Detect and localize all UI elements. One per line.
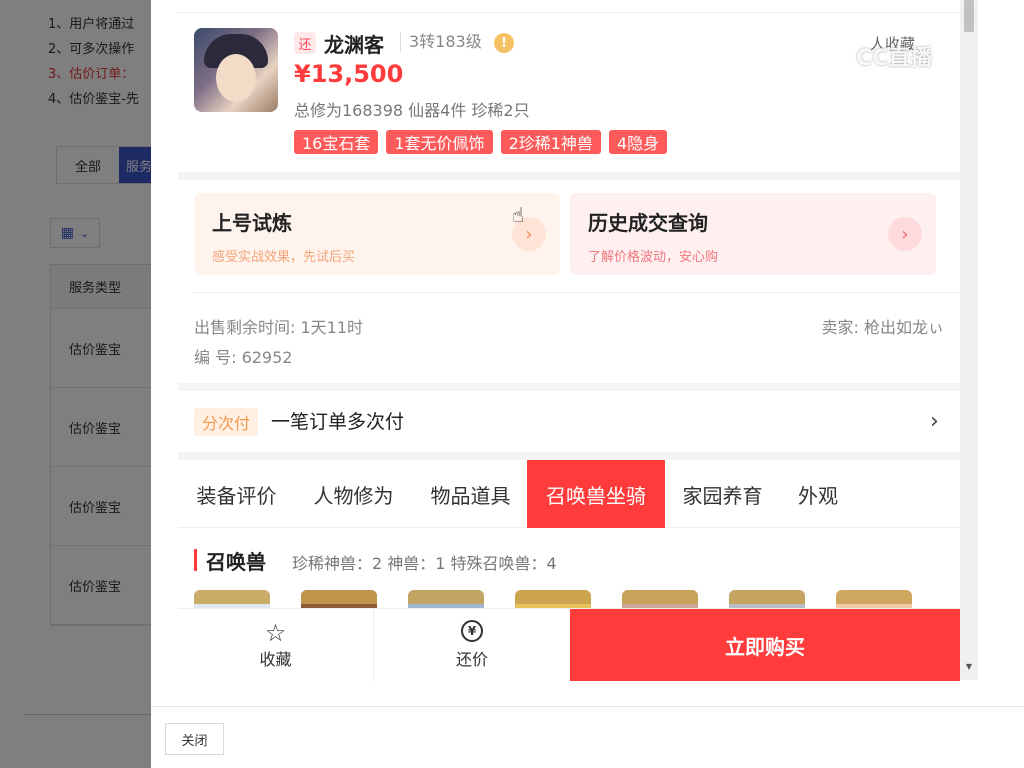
price: ¥13,500 bbox=[294, 60, 404, 88]
chevron-right-icon: › bbox=[888, 217, 922, 251]
feature-tag: 2珍稀1神兽 bbox=[500, 130, 601, 154]
history-card-title: 历史成交查询 bbox=[588, 211, 708, 235]
bargain-tag: 还 bbox=[294, 32, 316, 54]
section-separator bbox=[178, 383, 960, 391]
trial-card-title: 上号试炼 bbox=[212, 211, 292, 235]
favorite-button[interactable]: ☆ 收藏 bbox=[178, 609, 373, 681]
character-name: 龙渊客 bbox=[324, 33, 384, 57]
modal-footer: 关闭 bbox=[151, 706, 1024, 768]
scroll-down-icon[interactable]: ▼ bbox=[964, 662, 974, 672]
scroll-thumb[interactable] bbox=[964, 0, 974, 32]
favorite-label: 收藏 bbox=[259, 650, 292, 669]
installment-tag: 分次付 bbox=[194, 408, 259, 436]
section-title: 召唤兽 bbox=[206, 550, 266, 574]
tab-items[interactable]: 物品道具 bbox=[412, 460, 529, 528]
tab-appearance[interactable]: 外观 bbox=[780, 460, 856, 528]
action-bar: ☆ 收藏 ¥ 还价 立即购买 bbox=[178, 608, 960, 681]
section-stats: 珍稀神兽：2 神兽：1 特殊召唤兽：4 bbox=[292, 554, 557, 573]
watermark-logo: CC直播 bbox=[856, 46, 933, 71]
buy-now-button[interactable]: 立即购买 bbox=[570, 609, 960, 681]
scrollbar[interactable]: ▼ bbox=[960, 0, 978, 680]
tab-equipment[interactable]: 装备评价 bbox=[178, 460, 295, 528]
yen-icon: ¥ bbox=[461, 620, 483, 642]
feature-tag: 16宝石套 bbox=[294, 130, 379, 154]
feature-tags: 16宝石套 1套无价佩饰 2珍稀1神兽 4隐身 bbox=[294, 130, 668, 154]
tab-summons[interactable]: 召唤兽坐骑 bbox=[527, 460, 665, 528]
divider bbox=[178, 12, 960, 13]
info-icon[interactable]: ! bbox=[494, 33, 514, 53]
trial-card[interactable]: 上号试炼 感受实战效果，先试后买 › ☝ bbox=[194, 193, 560, 275]
section-separator bbox=[178, 172, 960, 180]
character-stats: 总修为168398 仙器4件 珍稀2只 bbox=[294, 101, 530, 120]
bargain-label: 还价 bbox=[455, 650, 488, 669]
remaining-time: 出售剩余时间: 1天11时 bbox=[194, 318, 364, 337]
section-marker bbox=[194, 549, 197, 571]
chevron-right-icon[interactable]: › bbox=[930, 408, 939, 436]
detail-tabs: 装备评价 人物修为 物品道具 召唤兽坐骑 家园养育 外观 bbox=[178, 460, 960, 528]
trial-card-subtitle: 感受实战效果，先试后买 bbox=[212, 250, 356, 265]
star-icon: ☆ bbox=[264, 619, 287, 647]
hand-cursor-icon: ☝ bbox=[512, 203, 525, 227]
tab-character[interactable]: 人物修为 bbox=[295, 460, 412, 528]
tab-home[interactable]: 家园养育 bbox=[665, 460, 780, 528]
close-button[interactable]: 关闭 bbox=[165, 723, 224, 755]
character-avatar bbox=[194, 28, 278, 112]
history-card-subtitle: 了解价格波动，安心购 bbox=[588, 250, 719, 265]
character-level: 3转183级 bbox=[400, 32, 482, 52]
history-card[interactable]: 历史成交查询 了解价格波动，安心购 › bbox=[570, 193, 936, 275]
feature-tag: 1套无价佩饰 bbox=[386, 130, 493, 154]
serial-number: 编 号: 62952 bbox=[194, 348, 293, 367]
bargain-button[interactable]: ¥ 还价 bbox=[374, 609, 570, 681]
product-detail-panel: 还 龙渊客 3转183级 ! 人收藏 ¥13,500 总修为168398 仙器4… bbox=[178, 0, 960, 680]
feature-tag: 4隐身 bbox=[608, 130, 668, 154]
seller-name[interactable]: 卖家: 枪出如龙ぃ bbox=[822, 314, 944, 338]
section-separator bbox=[178, 452, 960, 460]
divider bbox=[194, 292, 960, 293]
installment-text[interactable]: 一笔订单多次付 bbox=[271, 408, 404, 436]
